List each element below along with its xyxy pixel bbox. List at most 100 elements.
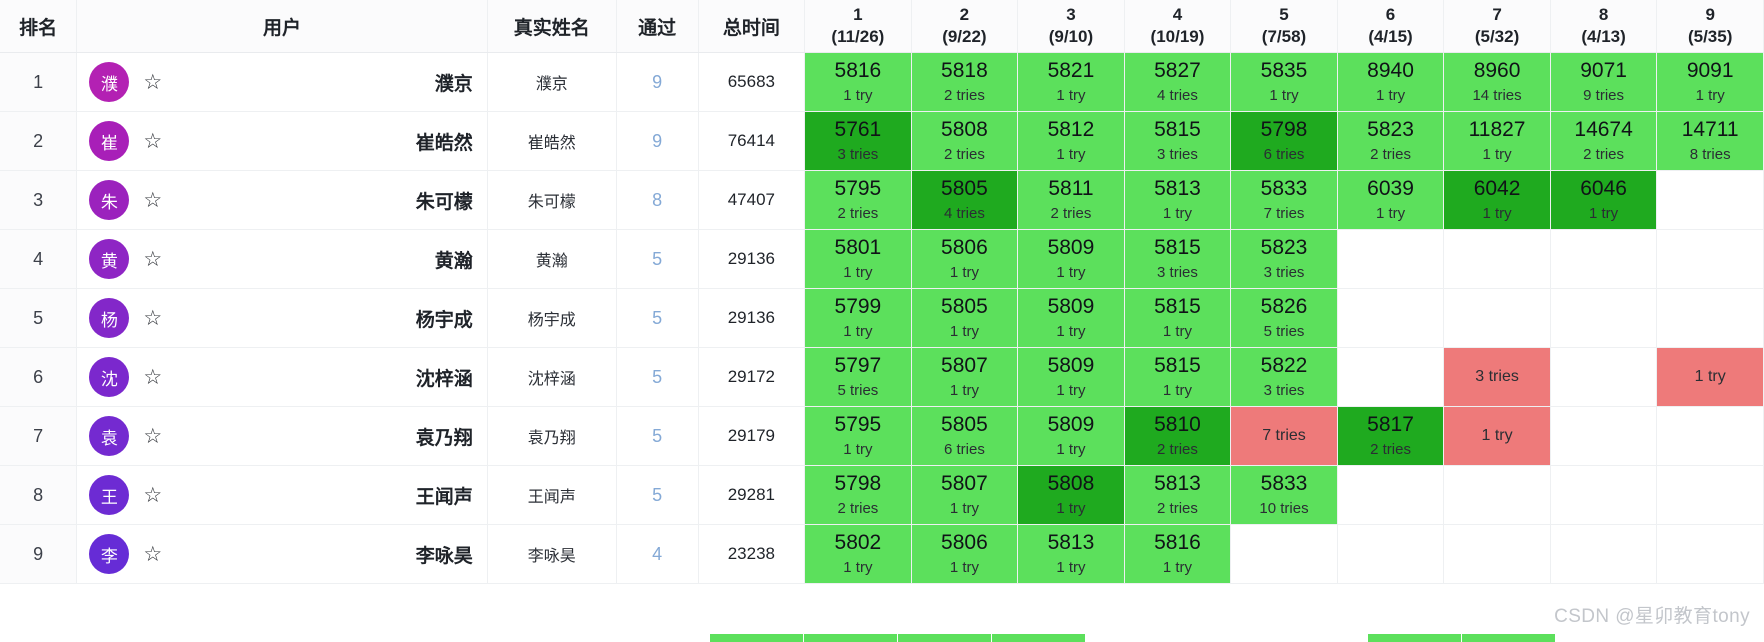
submission-cell[interactable]: 5817 2 tries xyxy=(1337,406,1445,466)
submission-cell[interactable]: 5806 1 try xyxy=(911,524,1019,584)
submission-cell[interactable]: 5797 5 tries xyxy=(804,347,912,407)
submission-cell[interactable]: 5808 1 try xyxy=(1017,465,1125,525)
submission-cell[interactable]: 5812 1 try xyxy=(1017,111,1125,171)
submission-cell[interactable]: 5809 1 try xyxy=(1017,347,1125,407)
submission-cell[interactable]: 5806 1 try xyxy=(911,229,1019,289)
submission-cell[interactable]: 9071 9 tries xyxy=(1550,52,1658,112)
avatar[interactable]: 崔 xyxy=(89,121,130,161)
username-label[interactable]: 沈梓涵 xyxy=(416,364,473,391)
column-header-problem-4[interactable]: 4 (10/19) xyxy=(1124,0,1232,53)
submission-cell[interactable]: 5823 2 tries xyxy=(1337,111,1445,171)
column-header-problem-2[interactable]: 2 (9/22) xyxy=(911,0,1019,53)
table-row[interactable]: 8 王 ☆ 王闻声 王闻声 5 29281 5798 2 tries 5807 1 try 5808 1… xyxy=(0,465,1764,525)
star-icon[interactable]: ☆ xyxy=(143,485,162,506)
submission-cell[interactable]: 5809 1 try xyxy=(1017,229,1125,289)
column-header-problem-3[interactable]: 3 (9/10) xyxy=(1017,0,1125,53)
star-icon[interactable]: ☆ xyxy=(143,249,162,270)
submission-cell[interactable]: 5808 2 tries xyxy=(911,111,1019,171)
star-icon[interactable]: ☆ xyxy=(143,131,162,152)
submission-cell[interactable]: 5761 3 tries xyxy=(804,111,912,171)
table-row[interactable]: 7 袁 ☆ 袁乃翔 袁乃翔 5 29179 5795 1 try 5805 6 tries 5809 1… xyxy=(0,406,1764,466)
submission-cell[interactable]: 14674 2 tries xyxy=(1550,111,1658,171)
submission-cell[interactable]: 5811 2 tries xyxy=(1017,170,1125,230)
table-row[interactable]: 2 崔 ☆ 崔皓然 崔皓然 9 76414 5761 3 tries 5808 2 tries 581… xyxy=(0,111,1764,171)
table-row[interactable]: 5 杨 ☆ 杨宇成 杨宇成 5 29136 5799 1 try 5805 1 try 5809 1 t… xyxy=(0,288,1764,348)
submission-cell[interactable]: 5815 3 tries xyxy=(1124,111,1232,171)
submission-cell[interactable]: 8940 1 try xyxy=(1337,52,1445,112)
submission-cell[interactable]: 5835 1 try xyxy=(1230,52,1338,112)
column-header-problem-5[interactable]: 5 (7/58) xyxy=(1230,0,1338,53)
username-label[interactable]: 李咏昊 xyxy=(416,541,473,568)
submission-cell[interactable]: 5798 6 tries xyxy=(1230,111,1338,171)
column-header-problem-8[interactable]: 8 (4/13) xyxy=(1550,0,1658,53)
username-label[interactable]: 袁乃翔 xyxy=(416,423,473,450)
submission-cell[interactable]: 5807 1 try xyxy=(911,465,1019,525)
table-row[interactable]: 4 黄 ☆ 黄瀚 黄瀚 5 29136 5801 1 try 5806 1 try 5809 1 try… xyxy=(0,229,1764,289)
submission-cell[interactable]: 5821 1 try xyxy=(1017,52,1125,112)
star-icon[interactable]: ☆ xyxy=(143,72,162,93)
username-label[interactable]: 黄瀚 xyxy=(435,246,473,273)
submission-cell[interactable]: 5801 1 try xyxy=(804,229,912,289)
table-row[interactable]: 9 李 ☆ 李咏昊 李咏昊 4 23238 5802 1 try 5806 1 try 5813 1 t… xyxy=(0,524,1764,584)
submission-cell[interactable]: 7 tries xyxy=(1230,406,1338,466)
submission-cell[interactable]: 5833 7 tries xyxy=(1230,170,1338,230)
submission-cell[interactable]: 5799 1 try xyxy=(804,288,912,348)
submission-cell[interactable]: 5810 2 tries xyxy=(1124,406,1232,466)
avatar[interactable]: 沈 xyxy=(89,357,130,397)
submission-cell[interactable]: 5816 1 try xyxy=(1124,524,1232,584)
submission-cell[interactable]: 5813 1 try xyxy=(1017,524,1125,584)
submission-cell[interactable]: 5807 1 try xyxy=(911,347,1019,407)
star-icon[interactable]: ☆ xyxy=(143,308,162,329)
avatar[interactable]: 袁 xyxy=(89,416,130,456)
avatar[interactable]: 朱 xyxy=(89,180,130,220)
submission-cell[interactable]: 5815 1 try xyxy=(1124,347,1232,407)
column-header-problem-9[interactable]: 9 (5/35) xyxy=(1656,0,1764,53)
submission-cell[interactable]: 1 try xyxy=(1656,347,1764,407)
username-label[interactable]: 朱可檬 xyxy=(416,187,473,214)
submission-cell[interactable]: 5823 3 tries xyxy=(1230,229,1338,289)
submission-cell[interactable]: 5805 1 try xyxy=(911,288,1019,348)
submission-cell[interactable]: 5816 1 try xyxy=(804,52,912,112)
submission-cell[interactable]: 5809 1 try xyxy=(1017,288,1125,348)
submission-cell[interactable]: 5802 1 try xyxy=(804,524,912,584)
username-label[interactable]: 王闻声 xyxy=(416,482,473,509)
star-icon[interactable]: ☆ xyxy=(143,544,162,565)
submission-cell[interactable]: 5805 4 tries xyxy=(911,170,1019,230)
submission-cell[interactable]: 5798 2 tries xyxy=(804,465,912,525)
submission-cell[interactable]: 3 tries xyxy=(1443,347,1551,407)
submission-cell[interactable]: 5809 1 try xyxy=(1017,406,1125,466)
avatar[interactable]: 李 xyxy=(89,534,130,574)
submission-cell[interactable]: 6039 1 try xyxy=(1337,170,1445,230)
username-label[interactable]: 杨宇成 xyxy=(416,305,473,332)
submission-cell[interactable]: 9091 1 try xyxy=(1656,52,1764,112)
avatar[interactable]: 杨 xyxy=(89,298,130,338)
submission-cell[interactable]: 8960 14 tries xyxy=(1443,52,1551,112)
submission-cell[interactable]: 6042 1 try xyxy=(1443,170,1551,230)
column-header-problem-6[interactable]: 6 (4/15) xyxy=(1337,0,1445,53)
column-header-problem-7[interactable]: 7 (5/32) xyxy=(1443,0,1551,53)
submission-cell[interactable]: 5813 2 tries xyxy=(1124,465,1232,525)
submission-cell[interactable]: 5815 3 tries xyxy=(1124,229,1232,289)
table-row[interactable]: 3 朱 ☆ 朱可檬 朱可檬 8 47407 5795 2 tries 5805 4 tries 581… xyxy=(0,170,1764,230)
table-row[interactable]: 6 沈 ☆ 沈梓涵 沈梓涵 5 29172 5797 5 tries 5807 1 try 5809 1… xyxy=(0,347,1764,407)
submission-cell[interactable]: 5795 2 tries xyxy=(804,170,912,230)
avatar[interactable]: 濮 xyxy=(89,62,130,102)
column-header-total-time[interactable]: 总时间 xyxy=(698,0,806,53)
table-row[interactable]: 1 濮 ☆ 濮京 濮京 9 65683 5816 1 try 5818 2 tries 5821 1 t… xyxy=(0,52,1764,112)
submission-cell[interactable]: 5818 2 tries xyxy=(911,52,1019,112)
column-header-realname[interactable]: 真实姓名 xyxy=(487,0,617,53)
avatar[interactable]: 黄 xyxy=(89,239,130,279)
submission-cell[interactable]: 5795 1 try xyxy=(804,406,912,466)
submission-cell[interactable]: 11827 1 try xyxy=(1443,111,1551,171)
column-header-pass[interactable]: 通过 xyxy=(616,0,699,53)
submission-cell[interactable]: 5813 1 try xyxy=(1124,170,1232,230)
submission-cell[interactable]: 1 try xyxy=(1443,406,1551,466)
star-icon[interactable]: ☆ xyxy=(143,426,162,447)
column-header-problem-1[interactable]: 1 (11/26) xyxy=(804,0,912,53)
star-icon[interactable]: ☆ xyxy=(143,190,162,211)
username-label[interactable]: 濮京 xyxy=(435,69,473,96)
submission-cell[interactable]: 5826 5 tries xyxy=(1230,288,1338,348)
submission-cell[interactable]: 5822 3 tries xyxy=(1230,347,1338,407)
column-header-user[interactable]: 用户 xyxy=(76,0,488,53)
submission-cell[interactable]: 14711 8 tries xyxy=(1656,111,1764,171)
